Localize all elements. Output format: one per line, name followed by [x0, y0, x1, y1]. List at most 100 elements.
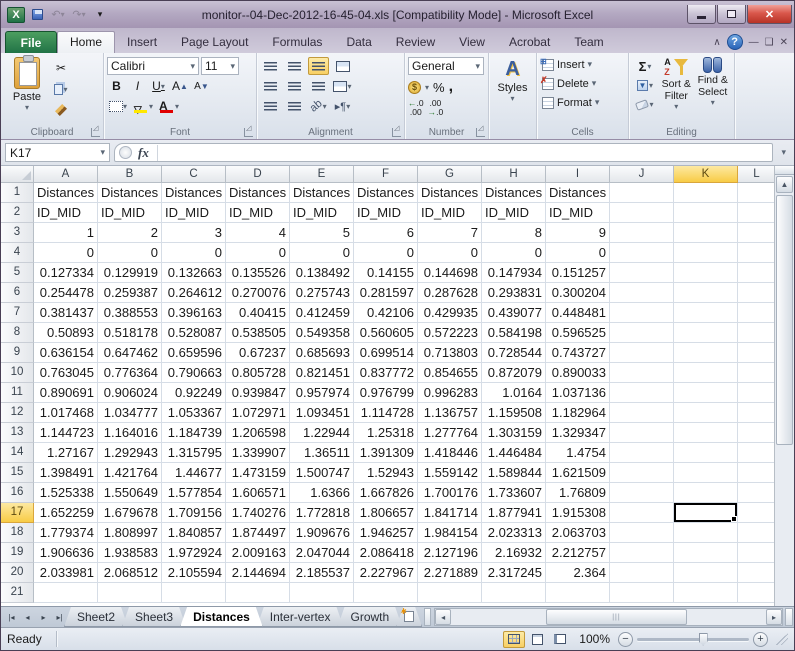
formula-input[interactable]: fx	[114, 143, 773, 162]
cell-B20[interactable]: 2.068512	[98, 563, 162, 583]
cell-B12[interactable]: 1.034777	[98, 403, 162, 423]
cell-H20[interactable]: 2.317245	[482, 563, 546, 583]
cell-A16[interactable]: 1.525338	[34, 483, 98, 503]
cell-D7[interactable]: 0.40415	[226, 303, 290, 323]
cell-B4[interactable]: 0	[98, 243, 162, 263]
font-size-combo[interactable]: 11▾	[201, 57, 239, 75]
cell-L18[interactable]	[738, 523, 774, 543]
row-header-8[interactable]: 8	[1, 323, 34, 343]
cell-J5[interactable]	[610, 263, 674, 283]
align-left-button[interactable]	[260, 77, 281, 95]
cell-J16[interactable]	[610, 483, 674, 503]
cell-C15[interactable]: 1.44677	[162, 463, 226, 483]
cell-L4[interactable]	[738, 243, 774, 263]
cell-C7[interactable]: 0.396163	[162, 303, 226, 323]
cell-C16[interactable]: 1.577854	[162, 483, 226, 503]
cell-F9[interactable]: 0.699514	[354, 343, 418, 363]
row-header-6[interactable]: 6	[1, 283, 34, 303]
vertical-scroll-thumb[interactable]	[776, 195, 793, 445]
cell-G16[interactable]: 1.700176	[418, 483, 482, 503]
cell-D9[interactable]: 0.67237	[226, 343, 290, 363]
clear-button[interactable]: ▾	[632, 96, 658, 113]
cell-B6[interactable]: 0.259387	[98, 283, 162, 303]
format-painter-button[interactable]	[50, 101, 72, 119]
cell-G21[interactable]	[418, 583, 482, 603]
row-header-7[interactable]: 7	[1, 303, 34, 323]
tab-page-layout[interactable]: Page Layout	[169, 32, 260, 53]
cell-A9[interactable]: 0.636154	[34, 343, 98, 363]
cell-H13[interactable]: 1.303159	[482, 423, 546, 443]
cell-G10[interactable]: 0.854655	[418, 363, 482, 383]
collapse-ribbon-icon[interactable]: ∧	[713, 37, 720, 48]
cell-G11[interactable]: 0.996283	[418, 383, 482, 403]
cell-G8[interactable]: 0.572223	[418, 323, 482, 343]
fill-button[interactable]: ▼▾	[632, 77, 658, 94]
cell-H3[interactable]: 8	[482, 223, 546, 243]
cell-A4[interactable]: 0	[34, 243, 98, 263]
cell-B13[interactable]: 1.164016	[98, 423, 162, 443]
cell-K5[interactable]	[674, 263, 738, 283]
cell-E12[interactable]: 1.093451	[290, 403, 354, 423]
cell-F10[interactable]: 0.837772	[354, 363, 418, 383]
cell-J20[interactable]	[610, 563, 674, 583]
cell-A10[interactable]: 0.763045	[34, 363, 98, 383]
cell-J11[interactable]	[610, 383, 674, 403]
page-layout-view-button[interactable]	[526, 631, 548, 648]
cell-F21[interactable]	[354, 583, 418, 603]
cell-H18[interactable]: 2.023313	[482, 523, 546, 543]
row-header-4[interactable]: 4	[1, 243, 34, 263]
normal-view-button[interactable]	[503, 631, 525, 648]
sheet-tab-inter-vertex[interactable]: Inter-vertex	[257, 607, 344, 627]
cell-J19[interactable]	[610, 543, 674, 563]
cell-A3[interactable]: 1	[34, 223, 98, 243]
cell-J10[interactable]	[610, 363, 674, 383]
cell-B11[interactable]: 0.906024	[98, 383, 162, 403]
row-header-11[interactable]: 11	[1, 383, 34, 403]
cell-D14[interactable]: 1.339907	[226, 443, 290, 463]
row-header-16[interactable]: 16	[1, 483, 34, 503]
column-header-H[interactable]: H	[482, 166, 546, 183]
cell-F16[interactable]: 1.667826	[354, 483, 418, 503]
increase-decimal-button[interactable]: ←.0.00	[408, 99, 424, 116]
cell-D2[interactable]: ID_MID	[226, 203, 290, 223]
sheet-tab-distances[interactable]: Distances	[180, 607, 263, 627]
cell-D19[interactable]: 2.009163	[226, 543, 290, 563]
cell-J6[interactable]	[610, 283, 674, 303]
cell-L17[interactable]	[738, 503, 774, 523]
column-header-I[interactable]: I	[546, 166, 610, 183]
cell-H6[interactable]: 0.293831	[482, 283, 546, 303]
sheet-tab-sheet3[interactable]: Sheet3	[122, 607, 186, 627]
cell-I8[interactable]: 0.596525	[546, 323, 610, 343]
cell-A21[interactable]	[34, 583, 98, 603]
cell-G19[interactable]: 2.127196	[418, 543, 482, 563]
cell-D13[interactable]: 1.206598	[226, 423, 290, 443]
cell-K10[interactable]	[674, 363, 738, 383]
cell-F8[interactable]: 0.560605	[354, 323, 418, 343]
cell-F5[interactable]: 0.14155	[354, 263, 418, 283]
cell-L2[interactable]	[738, 203, 774, 223]
help-icon[interactable]: ?	[727, 34, 743, 50]
cell-F4[interactable]: 0	[354, 243, 418, 263]
row-header-17[interactable]: 17	[1, 503, 34, 523]
cell-H2[interactable]: ID_MID	[482, 203, 546, 223]
underline-button[interactable]: U▾	[149, 77, 168, 95]
cell-F20[interactable]: 2.227967	[354, 563, 418, 583]
cell-B7[interactable]: 0.388553	[98, 303, 162, 323]
cell-F14[interactable]: 1.391309	[354, 443, 418, 463]
cell-C21[interactable]	[162, 583, 226, 603]
middle-align-button[interactable]	[284, 57, 305, 75]
row-header-1[interactable]: 1	[1, 183, 34, 203]
italic-button[interactable]: I	[128, 77, 147, 95]
cell-F17[interactable]: 1.806657	[354, 503, 418, 523]
cell-B16[interactable]: 1.550649	[98, 483, 162, 503]
cell-I12[interactable]: 1.182964	[546, 403, 610, 423]
cell-G4[interactable]: 0	[418, 243, 482, 263]
scroll-left-icon[interactable]: ◂	[435, 609, 451, 625]
cell-B9[interactable]: 0.647462	[98, 343, 162, 363]
cell-E4[interactable]: 0	[290, 243, 354, 263]
split-handle[interactable]	[775, 166, 794, 175]
cell-K16[interactable]	[674, 483, 738, 503]
cell-H8[interactable]: 0.584198	[482, 323, 546, 343]
cell-G17[interactable]: 1.841714	[418, 503, 482, 523]
cell-I19[interactable]: 2.212757	[546, 543, 610, 563]
